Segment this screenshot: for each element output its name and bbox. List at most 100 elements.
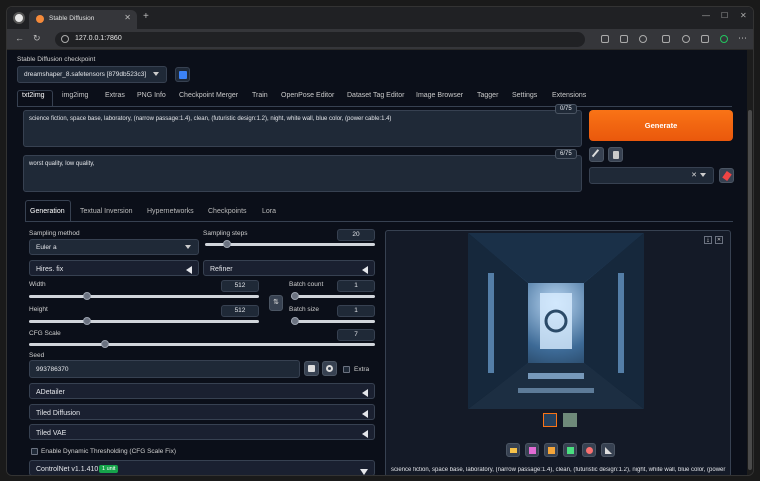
slider-thumb[interactable] — [82, 317, 91, 325]
cfg-scale-slider[interactable] — [29, 340, 375, 348]
height-input[interactable]: 512 — [221, 305, 259, 317]
zip-icon — [548, 447, 555, 454]
batch-size-slider[interactable] — [291, 317, 375, 325]
close-gallery-icon[interactable]: ✕ — [715, 236, 723, 244]
tab-generation[interactable]: Generation — [30, 208, 65, 215]
corridor-image — [468, 233, 644, 409]
tab-image-browser[interactable]: Image Browser — [416, 92, 463, 99]
tab-close-icon[interactable]: ✕ — [124, 13, 131, 22]
tiled-diffusion-accordion[interactable]: Tiled Diffusion — [29, 404, 375, 420]
sampling-steps-input[interactable]: 20 — [337, 229, 375, 241]
favicon-icon — [36, 15, 44, 23]
tab-checkpoint-merger[interactable]: Checkpoint Merger — [179, 92, 238, 99]
collections-icon[interactable] — [701, 35, 709, 43]
url-field[interactable]: 127.0.0.1:7860 — [55, 32, 585, 47]
tab-img2img[interactable]: img2img — [62, 92, 88, 99]
slider-thumb[interactable] — [291, 317, 299, 325]
page-scrollbar[interactable] — [747, 50, 753, 475]
random-seed-button[interactable] — [304, 361, 319, 376]
tab-openpose-editor[interactable]: OpenPose Editor — [281, 92, 334, 99]
collapse-arrow-icon — [362, 389, 368, 397]
open-folder-button[interactable] — [506, 443, 520, 457]
tab-extensions[interactable]: Extensions — [552, 92, 586, 99]
reuse-seed-button[interactable] — [322, 361, 337, 376]
zip-button[interactable] — [544, 443, 558, 457]
adetailer-accordion[interactable]: ADetailer — [29, 383, 375, 399]
translate-icon[interactable] — [601, 35, 609, 43]
controlnet-accordion[interactable]: ControlNet v1.1.410 1 unit — [29, 460, 375, 475]
cfg-scale-input[interactable]: 7 — [337, 329, 375, 341]
gallery-thumbnail-2[interactable] — [563, 413, 577, 427]
extension-icon[interactable] — [720, 35, 728, 43]
seed-input[interactable]: 993786370 — [29, 360, 300, 378]
width-input[interactable]: 512 — [221, 280, 259, 292]
send-to-img2img-button[interactable] — [563, 443, 577, 457]
styles-dropdown[interactable]: ✕ — [589, 167, 714, 184]
sampling-method-dropdown[interactable]: Euler a — [29, 239, 199, 255]
negative-prompt-input[interactable]: worst quality, low quality, — [23, 155, 582, 192]
reload-icon[interactable]: ↻ — [33, 33, 41, 44]
send-to-extras-button[interactable] — [601, 443, 615, 457]
gallery-thumbnail-1[interactable] — [543, 413, 557, 427]
tab-extras[interactable]: Extras — [105, 92, 125, 99]
slider-thumb[interactable] — [291, 292, 299, 300]
split-screen-icon[interactable] — [662, 35, 670, 43]
refresh-checkpoint-button[interactable] — [175, 67, 190, 82]
hires-fix-accordion[interactable]: Hires. fix — [29, 260, 199, 276]
generated-image[interactable] — [468, 233, 644, 409]
tiled-vae-accordion[interactable]: Tiled VAE — [29, 424, 375, 440]
batch-count-slider[interactable] — [291, 292, 375, 300]
checkpoint-dropdown[interactable]: dreamshaper_8.safetensors [879db523c3] — [17, 66, 167, 83]
tab-dataset-tag-editor[interactable]: Dataset Tag Editor — [347, 92, 404, 99]
tab-settings[interactable]: Settings — [512, 92, 537, 99]
tab-tagger[interactable]: Tagger — [477, 92, 498, 99]
tab-png-info[interactable]: PNG Info — [137, 92, 166, 99]
browser-tab[interactable]: Stable Diffusion ✕ — [29, 10, 137, 29]
scrollbar-thumb[interactable] — [748, 110, 752, 470]
favorites-icon[interactable] — [682, 35, 690, 43]
read-aloud-icon[interactable] — [620, 35, 628, 43]
recycle-icon — [326, 365, 333, 372]
more-menu-icon[interactable]: ⋯ — [738, 33, 747, 44]
slider-thumb[interactable] — [82, 292, 91, 300]
clear-styles-icon[interactable]: ✕ — [691, 171, 697, 179]
browser-profile-icon[interactable] — [13, 12, 25, 24]
back-arrow-icon[interactable]: ← — [15, 33, 24, 43]
maximize-button[interactable]: ☐ — [721, 11, 728, 20]
generate-button[interactable]: Generate — [589, 110, 733, 141]
width-slider[interactable] — [29, 292, 259, 300]
positive-prompt-text: science fiction, space base, laboratory,… — [29, 116, 392, 122]
tab-txt2img[interactable]: txt2img — [22, 92, 45, 99]
minimize-button[interactable]: — — [702, 11, 710, 20]
download-icon[interactable]: ⤓ — [704, 236, 712, 244]
sampling-steps-slider[interactable] — [205, 240, 375, 248]
send-to-inpaint-button[interactable] — [582, 443, 596, 457]
dynamic-thresholding-checkbox[interactable] — [31, 448, 38, 455]
height-slider[interactable] — [29, 317, 259, 325]
slider-thumb[interactable] — [101, 340, 110, 348]
collapse-arrow-icon — [362, 430, 368, 438]
positive-prompt-input[interactable]: science fiction, space base, laboratory,… — [23, 110, 582, 147]
tab-train[interactable]: Train — [252, 92, 268, 99]
trash-button[interactable] — [608, 147, 623, 162]
site-info-icon[interactable] — [61, 35, 69, 43]
new-tab-button[interactable]: + — [143, 11, 149, 22]
slider-thumb[interactable] — [223, 240, 232, 248]
negative-prompt-text: worst quality, low quality, — [29, 161, 95, 167]
tab-hypernetworks[interactable]: Hypernetworks — [147, 208, 194, 215]
tab-textual-inversion[interactable]: Textual Inversion — [80, 208, 133, 215]
image-caption: science fiction, space base, laboratory,… — [391, 467, 726, 473]
close-window-button[interactable]: ✕ — [740, 11, 747, 20]
apply-style-button[interactable] — [719, 168, 734, 183]
save-button[interactable] — [525, 443, 539, 457]
tab-lora[interactable]: Lora — [262, 208, 276, 215]
batch-size-input[interactable]: 1 — [337, 305, 375, 317]
save-icon — [529, 447, 536, 454]
favorite-star-icon[interactable] — [639, 35, 647, 43]
swap-dimensions-button[interactable]: ⇅ — [269, 295, 283, 311]
extra-seed-checkbox[interactable] — [343, 366, 350, 373]
read-params-button[interactable] — [589, 147, 604, 162]
refiner-accordion[interactable]: Refiner — [203, 260, 375, 276]
tab-checkpoints[interactable]: Checkpoints — [208, 208, 247, 215]
batch-count-input[interactable]: 1 — [337, 280, 375, 292]
